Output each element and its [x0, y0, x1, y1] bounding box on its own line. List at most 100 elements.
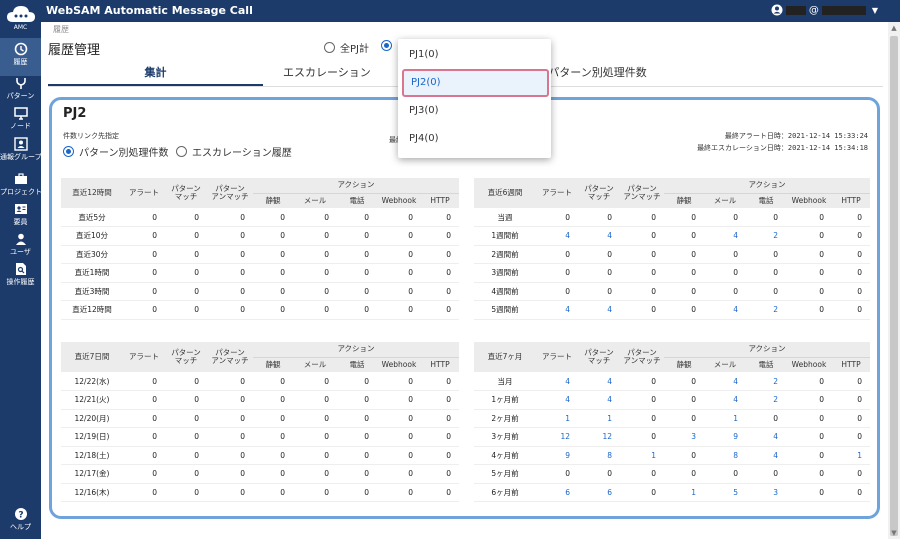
count-cell[interactable]: 3	[664, 427, 704, 447]
count-cell[interactable]: 12	[536, 427, 578, 447]
count-cell[interactable]: 4	[536, 372, 578, 391]
radio-label: 全PJ計	[340, 44, 369, 55]
tab-summary[interactable]: 集計	[48, 60, 263, 86]
scroll-thumb[interactable]	[890, 36, 898, 536]
scroll-down-icon[interactable]: ▼	[888, 527, 900, 539]
count-cell: 0	[123, 226, 165, 246]
sidebar-item-help[interactable]: ? ヘルプ	[0, 503, 41, 539]
count-cell: 0	[377, 245, 421, 264]
count-cell: 0	[207, 446, 253, 465]
count-cell[interactable]: 8	[704, 446, 746, 465]
row-period-label: 直近1時間	[61, 263, 123, 283]
count-cell[interactable]: 1	[620, 446, 664, 465]
count-cell[interactable]: 4	[536, 226, 578, 246]
sidebar-item-operation-log[interactable]: 操作履歴	[0, 258, 41, 296]
count-cell: 0	[207, 483, 253, 502]
col-alert: アラート	[536, 178, 578, 208]
col-pattern-match: パターン マッチ	[578, 178, 620, 208]
count-cell[interactable]: 4	[578, 390, 620, 410]
radio-project-select[interactable]	[381, 40, 392, 51]
col-http: HTTP	[421, 193, 460, 208]
radio-escalation-history[interactable]: エスカレーション履歴	[176, 144, 292, 159]
sidebar: AMC 履歴 パターン ノード 通報グループ プロジェクト 要員 ユーザ 操作履…	[0, 0, 42, 539]
count-cell: 0	[832, 390, 871, 410]
count-cell: 0	[536, 245, 578, 264]
count-cell: 0	[786, 226, 832, 246]
count-cell[interactable]: 1	[664, 483, 704, 502]
count-cell: 0	[620, 300, 664, 320]
count-cell[interactable]: 1	[832, 446, 871, 465]
count-cell[interactable]: 6	[578, 483, 620, 502]
table-row: 直近3時間 0 0 0 0 0 0 0 0	[61, 282, 460, 301]
row-period-label: 直近30分	[61, 245, 123, 264]
dropdown-option-pj3[interactable]: PJ3(0)	[398, 97, 551, 125]
project-name: PJ2	[63, 106, 87, 121]
table-row: 12/20(月) 0 0 0 0 0 0 0 0	[61, 409, 460, 428]
col-webhook: Webhook	[786, 193, 832, 208]
count-cell[interactable]: 4	[536, 300, 578, 320]
count-cell[interactable]: 2	[746, 300, 786, 320]
count-cell: 0	[578, 245, 620, 264]
count-cell: 0	[207, 226, 253, 246]
count-cell[interactable]: 4	[704, 226, 746, 246]
vertical-scrollbar[interactable]: ▲ ▼	[888, 22, 900, 539]
count-cell[interactable]: 2	[746, 390, 786, 410]
count-cell[interactable]: 9	[536, 446, 578, 465]
count-cell[interactable]: 12	[578, 427, 620, 447]
count-cell: 0	[123, 282, 165, 301]
count-cell[interactable]: 4	[746, 446, 786, 465]
dropdown-option-pj2[interactable]: PJ2(0)	[402, 69, 549, 97]
row-period-label: 当週	[474, 208, 536, 227]
count-cell[interactable]: 4	[704, 390, 746, 410]
count-cell: 0	[165, 263, 207, 283]
count-cell: 0	[377, 282, 421, 301]
count-cell: 0	[337, 446, 377, 465]
radio-all-projects[interactable]: 全PJ計	[324, 40, 369, 55]
count-cell[interactable]: 4	[704, 300, 746, 320]
row-period-label: 12/19(日)	[61, 427, 123, 447]
count-cell[interactable]: 1	[536, 409, 578, 428]
amc-logo[interactable]: AMC	[5, 4, 36, 32]
count-cell: 0	[253, 245, 293, 264]
count-cell[interactable]: 1	[704, 409, 746, 428]
count-cell: 0	[832, 282, 871, 301]
count-cell: 0	[620, 226, 664, 246]
count-cell[interactable]: 5	[704, 483, 746, 502]
count-cell[interactable]: 9	[704, 427, 746, 447]
count-cell[interactable]: 4	[578, 372, 620, 391]
col-alert: アラート	[123, 178, 165, 208]
scroll-up-icon[interactable]: ▲	[888, 22, 900, 34]
count-cell: 0	[253, 483, 293, 502]
count-cell[interactable]: 4	[578, 226, 620, 246]
count-cell[interactable]: 1	[578, 409, 620, 428]
count-cell: 0	[664, 245, 704, 264]
count-cell[interactable]: 3	[746, 483, 786, 502]
col-action: アクション	[253, 342, 460, 358]
table-row: 直近12時間 0 0 0 0 0 0 0 0	[61, 300, 460, 320]
radio-pattern-count[interactable]: パターン別処理件数	[63, 144, 169, 159]
count-cell: 0	[165, 245, 207, 264]
count-cell: 0	[421, 263, 460, 283]
row-period-label: 12/22(水)	[61, 372, 123, 391]
stats-table-7m: 直近7ヶ月 アラート パターン マッチ パターン アンマッチ アクション 静観 …	[474, 342, 871, 502]
sidebar-item-notify-group[interactable]: 通報グループ	[0, 133, 42, 171]
count-cell[interactable]: 4	[536, 390, 578, 410]
count-cell[interactable]: 4	[704, 372, 746, 391]
row-period-label: 12/17(金)	[61, 464, 123, 484]
project-dropdown-menu: PJ1(0) PJ2(0) PJ3(0) PJ4(0)	[398, 39, 551, 158]
count-cell[interactable]: 6	[536, 483, 578, 502]
user-menu[interactable]: @ ▼	[771, 4, 878, 16]
count-cell[interactable]: 2	[746, 226, 786, 246]
table-row: 1ヶ月前 4 4 0 0 4 2 0 0	[474, 390, 871, 410]
col-pattern-match: パターン マッチ	[165, 342, 207, 372]
logo-text: AMC	[13, 24, 28, 31]
count-cell[interactable]: 2	[746, 372, 786, 391]
count-cell[interactable]: 8	[578, 446, 620, 465]
count-cell: 0	[377, 263, 421, 283]
sidebar-item-history[interactable]: 履歴	[0, 38, 41, 76]
dropdown-option-pj4[interactable]: PJ4(0)	[398, 125, 551, 153]
count-cell[interactable]: 4	[746, 427, 786, 447]
count-cell[interactable]: 4	[578, 300, 620, 320]
count-cell: 0	[293, 208, 337, 227]
dropdown-option-pj1[interactable]: PJ1(0)	[398, 41, 551, 69]
